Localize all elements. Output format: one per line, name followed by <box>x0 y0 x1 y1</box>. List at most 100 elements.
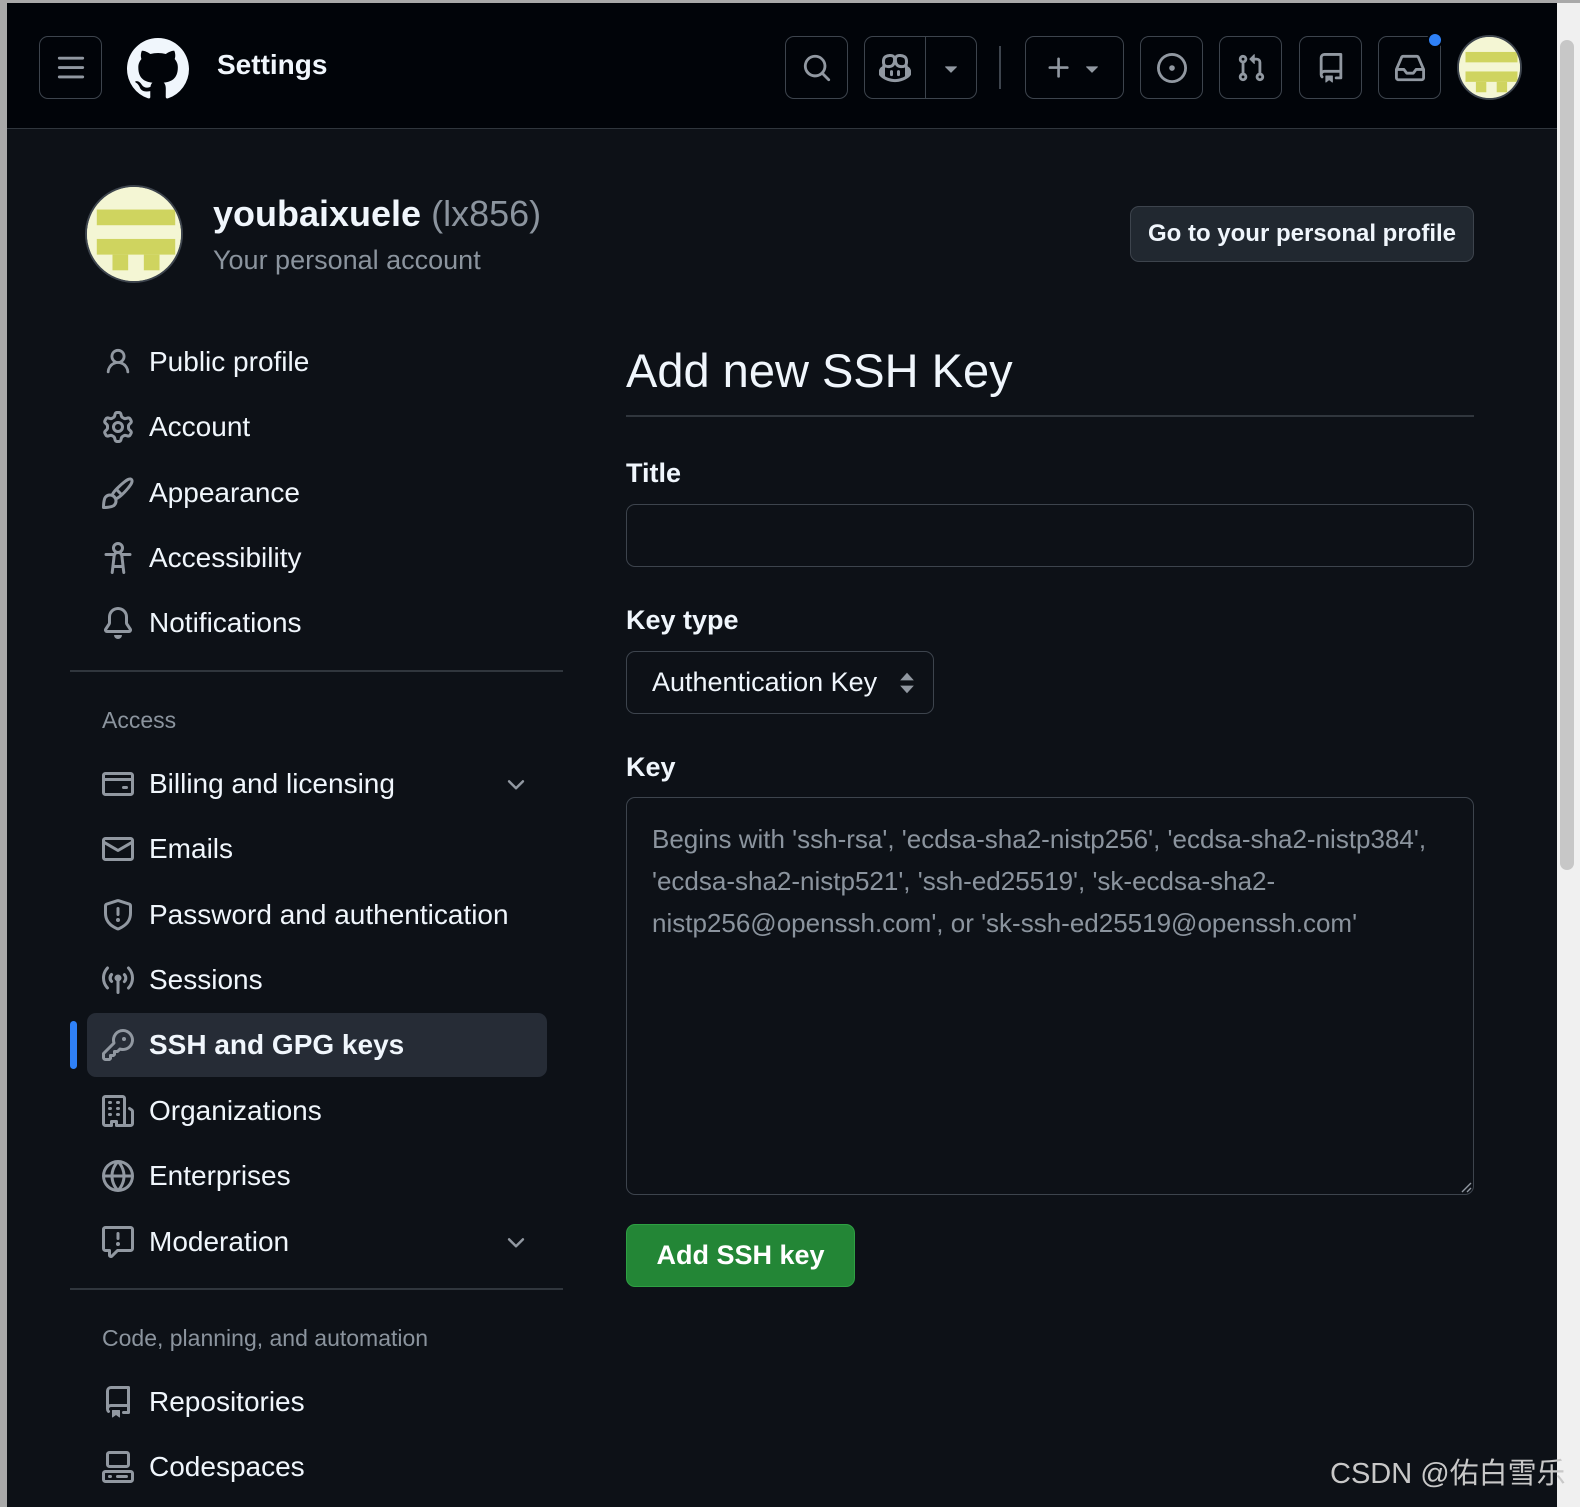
sidebar-item-label: Notifications <box>149 607 302 638</box>
sidebar-item-repositories[interactable]: Repositories <box>87 1370 547 1434</box>
account-subtitle: Your personal account <box>213 245 481 275</box>
display-name: youbaixuele <box>213 193 422 234</box>
key-icon <box>101 1028 135 1062</box>
sidebar-item-codespaces[interactable]: Codespaces <box>87 1435 547 1499</box>
title-label: Title <box>626 458 682 488</box>
plus-icon <box>1048 57 1069 78</box>
sidebar-item-label: SSH and GPG keys <box>149 1029 405 1060</box>
accessibility-icon <box>101 541 135 575</box>
sidebar-item-appearance[interactable]: Appearance <box>87 461 547 525</box>
sidebar-item-organizations[interactable]: Organizations <box>87 1079 547 1143</box>
chevron-down-icon <box>507 780 525 790</box>
title-input[interactable] <box>626 504 1474 567</box>
gear-icon <box>101 410 135 444</box>
sidebar-item-billing[interactable]: Billing and licensing <box>87 752 547 816</box>
sidebar-item-sessions[interactable]: Sessions <box>87 948 547 1012</box>
sidebar-item-label: Account <box>149 411 251 442</box>
menu-button[interactable] <box>39 36 102 99</box>
credit-card-icon <box>101 767 135 801</box>
active-indicator <box>70 1021 77 1069</box>
sidebar-item-accessibility[interactable]: Accessibility <box>87 526 547 590</box>
organization-icon <box>101 1094 135 1128</box>
unread-notification-dot <box>1427 32 1443 48</box>
search-button[interactable] <box>785 36 848 99</box>
hamburger-icon <box>57 56 84 78</box>
page-title: Add new SSH Key <box>626 344 1013 397</box>
sidebar-item-label: Moderation <box>149 1226 290 1257</box>
sidebar-heading-access: Access <box>102 707 177 733</box>
profile-avatar <box>85 185 183 283</box>
sidebar-item-label: Appearance <box>149 477 301 508</box>
identicon-avatar <box>87 187 181 281</box>
key-type-select[interactable]: Authentication Key <box>626 651 934 714</box>
sidebar-item-public-profile[interactable]: Public profile <box>87 330 547 394</box>
identicon-avatar <box>1459 37 1520 98</box>
codespaces-icon <box>101 1450 135 1484</box>
login-name: (lx856) <box>431 193 542 234</box>
repositories-button[interactable] <box>1299 36 1362 99</box>
watermark: CSDN @佑白雪乐 <box>1330 1458 1566 1490</box>
sidebar-item-label: Enterprises <box>149 1160 291 1191</box>
copilot-icon <box>879 53 911 82</box>
repo-icon <box>1319 52 1342 83</box>
sidebar-item-notifications[interactable]: Notifications <box>87 591 547 655</box>
mail-icon <box>101 832 135 866</box>
sidebar-item-label: Emails <box>149 833 234 864</box>
resize-grip-icon[interactable] <box>1458 1179 1472 1193</box>
go-to-profile-button[interactable]: Go to your personal profile <box>1130 206 1474 262</box>
key-type-value: Authentication Key <box>652 667 878 697</box>
sidebar-item-label: Accessibility <box>149 542 302 573</box>
select-arrows-icon <box>900 672 914 694</box>
account-name[interactable]: youbaixuele (lx856) <box>213 193 541 235</box>
sidebar-item-label: Public profile <box>149 346 310 377</box>
globe-icon <box>101 1159 135 1193</box>
key-textarea[interactable] <box>626 797 1474 1195</box>
sidebar-heading-code: Code, planning, and automation <box>102 1325 429 1351</box>
shield-icon <box>101 898 135 932</box>
create-new-button[interactable] <box>1025 36 1124 99</box>
report-icon <box>101 1225 135 1259</box>
browser-window: Settings youbaixuele (lx856) Your person… <box>7 3 1557 1507</box>
sidebar-item-password-auth[interactable]: Password and authentication <box>87 883 547 947</box>
bell-icon <box>101 606 135 640</box>
pull-requests-button[interactable] <box>1219 36 1282 99</box>
window-scrollbar-thumb[interactable] <box>1560 40 1574 870</box>
sidebar-divider <box>70 1288 563 1290</box>
add-ssh-key-button[interactable]: Add SSH key <box>626 1224 855 1287</box>
repo-icon <box>101 1385 135 1419</box>
github-logo[interactable] <box>127 38 189 100</box>
sidebar-item-moderation[interactable]: Moderation <box>87 1210 547 1274</box>
sidebar-item-account[interactable]: Account <box>87 395 547 459</box>
search-icon <box>803 54 830 81</box>
issues-icon <box>1156 52 1187 83</box>
sidebar-item-label: Organizations <box>149 1095 322 1126</box>
pull-requests-icon <box>1238 53 1264 81</box>
sidebar-item-label: Repositories <box>149 1386 305 1417</box>
inbox-icon <box>1394 54 1425 81</box>
sidebar-item-ssh-gpg-keys[interactable]: SSH and GPG keys <box>87 1013 547 1077</box>
global-header: Settings <box>7 3 1557 129</box>
chevron-down-icon <box>507 1238 525 1248</box>
key-type-label: Key type <box>626 605 739 635</box>
issues-button[interactable] <box>1140 36 1203 99</box>
page-context-title[interactable]: Settings <box>217 49 327 81</box>
sidebar-item-label: Password and authentication <box>149 899 509 930</box>
sidebar-item-label: Sessions <box>149 964 263 995</box>
copilot-dropdown-button[interactable] <box>926 37 976 98</box>
sidebar-item-enterprises[interactable]: Enterprises <box>87 1144 547 1208</box>
triangle-down-icon <box>1085 65 1098 73</box>
copilot-button-group <box>864 36 977 99</box>
copilot-button[interactable] <box>865 37 926 98</box>
sidebar-item-label: Codespaces <box>149 1451 305 1482</box>
sidebar-item-emails[interactable]: Emails <box>87 817 547 881</box>
broadcast-icon <box>101 963 135 997</box>
triangle-down-icon <box>945 65 957 73</box>
person-icon <box>101 345 135 379</box>
sidebar-item-label: Billing and licensing <box>149 768 395 799</box>
key-label: Key <box>626 752 676 782</box>
paintbrush-icon <box>101 476 135 510</box>
header-divider <box>999 46 1001 89</box>
sidebar-divider <box>70 670 563 672</box>
user-avatar-menu[interactable] <box>1457 35 1522 100</box>
title-divider <box>626 415 1474 417</box>
